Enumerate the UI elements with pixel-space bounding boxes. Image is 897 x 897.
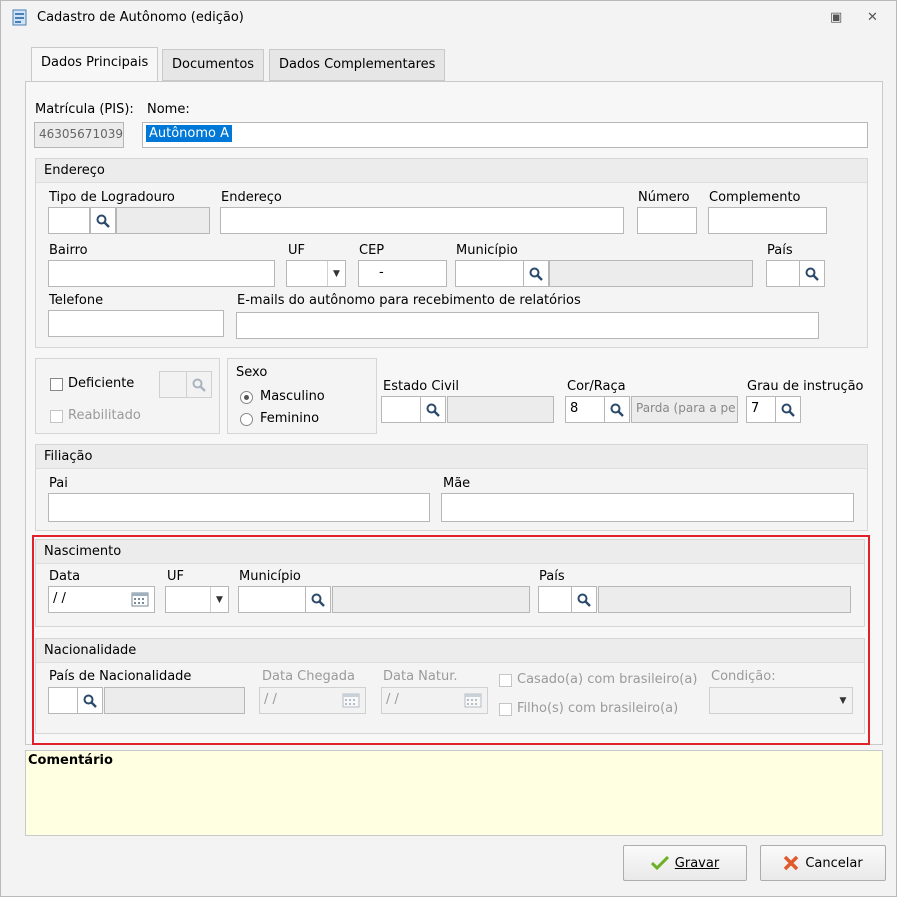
- estado-civil-code-field[interactable]: [381, 396, 421, 423]
- tab-dados-principais[interactable]: Dados Principais: [31, 47, 159, 81]
- search-icon: [805, 267, 819, 281]
- filiacao-title: Filiação: [36, 445, 867, 469]
- pai-label: Pai: [49, 476, 68, 491]
- tipo-logradouro-code-field[interactable]: [48, 207, 90, 234]
- deficiente-label: Deficiente: [68, 376, 135, 391]
- sexo-label: Sexo: [236, 365, 268, 380]
- cep-field[interactable]: -: [358, 260, 447, 287]
- close-icon[interactable]: ✕: [867, 10, 878, 25]
- search-icon: [529, 267, 543, 281]
- nome-label: Nome:: [147, 102, 190, 117]
- deficiente-code-field: [159, 371, 187, 398]
- cor-raca-desc-field: Parda (para a pe: [631, 396, 738, 423]
- mae-label: Mãe: [443, 476, 471, 491]
- uf-label: UF: [288, 243, 305, 258]
- x-icon: [784, 855, 799, 871]
- checkmark-icon: [650, 856, 669, 870]
- pis-label: Matrícula (PIS):: [35, 102, 134, 117]
- grau-instrucao-label: Grau de instrução: [747, 379, 864, 394]
- telefone-label: Telefone: [49, 293, 104, 308]
- search-icon: [610, 403, 624, 417]
- nome-selected-text: Autônomo A: [146, 125, 233, 142]
- cancelar-button[interactable]: Cancelar: [760, 845, 886, 881]
- app-icon: [12, 9, 27, 26]
- window-title: Cadastro de Autônomo (edição): [37, 10, 244, 25]
- municipio-code-field[interactable]: [455, 260, 525, 287]
- deficiente-search-button: [186, 371, 212, 398]
- cor-raca-label: Cor/Raça: [567, 379, 626, 394]
- tipo-logradouro-search-button[interactable]: [90, 207, 116, 234]
- feminino-radio[interactable]: [240, 413, 253, 426]
- search-icon: [781, 403, 795, 417]
- feminino-label: Feminino: [260, 411, 320, 426]
- deficiente-checkbox[interactable]: [50, 378, 63, 391]
- chevron-down-icon: ▼: [327, 261, 345, 286]
- tipo-logradouro-label: Tipo de Logradouro: [49, 190, 175, 205]
- gravar-button[interactable]: Gravar: [623, 845, 747, 881]
- pais-code-field[interactable]: [766, 260, 800, 287]
- search-icon: [192, 378, 206, 392]
- estado-civil-label: Estado Civil: [383, 379, 459, 394]
- reabilitado-label: Reabilitado: [68, 408, 141, 423]
- endereco-field[interactable]: [220, 207, 624, 234]
- comentario-label: Comentário: [28, 753, 113, 768]
- tab-dados-complementares[interactable]: Dados Complementares: [269, 49, 446, 81]
- emails-field[interactable]: [236, 312, 819, 339]
- grau-instrucao-code-field[interactable]: 7: [746, 396, 776, 423]
- bairro-field[interactable]: [48, 260, 275, 287]
- bairro-label: Bairro: [49, 243, 88, 258]
- emails-label: E-mails do autônomo para recebimento de …: [237, 293, 581, 308]
- tab-documentos[interactable]: Documentos: [162, 49, 265, 81]
- tipo-logradouro-desc-field: [116, 207, 210, 234]
- municipio-desc-field: [549, 260, 753, 287]
- endereco-label: Endereço: [221, 190, 282, 205]
- complemento-field[interactable]: [708, 207, 827, 234]
- title-bar: Cadastro de Autônomo (edição) ▣ ✕: [1, 1, 896, 37]
- highlight-box: [32, 535, 870, 745]
- gravar-label: Gravar: [674, 855, 720, 871]
- cep-label: CEP: [359, 243, 385, 258]
- pis-field[interactable]: 46305671039: [34, 122, 124, 148]
- grau-instrucao-search-button[interactable]: [775, 396, 801, 423]
- telefone-field[interactable]: [48, 310, 224, 337]
- reabilitado-checkbox: [50, 410, 63, 423]
- pais-search-button[interactable]: [799, 260, 825, 287]
- pais-label: País: [767, 243, 793, 258]
- mae-field[interactable]: [441, 493, 854, 522]
- cancelar-label: Cancelar: [805, 855, 863, 871]
- restore-icon[interactable]: ▣: [830, 10, 842, 25]
- cor-raca-search-button[interactable]: [604, 396, 630, 423]
- estado-civil-search-button[interactable]: [420, 396, 446, 423]
- masculino-radio[interactable]: [240, 391, 253, 404]
- comentario-area[interactable]: Comentário: [25, 750, 883, 836]
- pai-field[interactable]: [48, 493, 430, 522]
- nome-field[interactable]: Autônomo A: [142, 122, 868, 148]
- complemento-label: Complemento: [709, 190, 801, 205]
- dialog-window: Cadastro de Autônomo (edição) ▣ ✕ Dados …: [0, 0, 897, 897]
- search-icon: [96, 214, 110, 228]
- estado-civil-desc-field: [447, 396, 554, 423]
- numero-label: Número: [638, 190, 690, 205]
- uf-select[interactable]: ▼: [286, 260, 346, 287]
- cor-raca-code-field[interactable]: 8: [565, 396, 605, 423]
- municipio-label: Município: [456, 243, 518, 258]
- endereco-title: Endereço: [36, 159, 867, 183]
- masculino-label: Masculino: [260, 389, 325, 404]
- municipio-search-button[interactable]: [523, 260, 549, 287]
- search-icon: [426, 403, 440, 417]
- numero-field[interactable]: [637, 207, 697, 234]
